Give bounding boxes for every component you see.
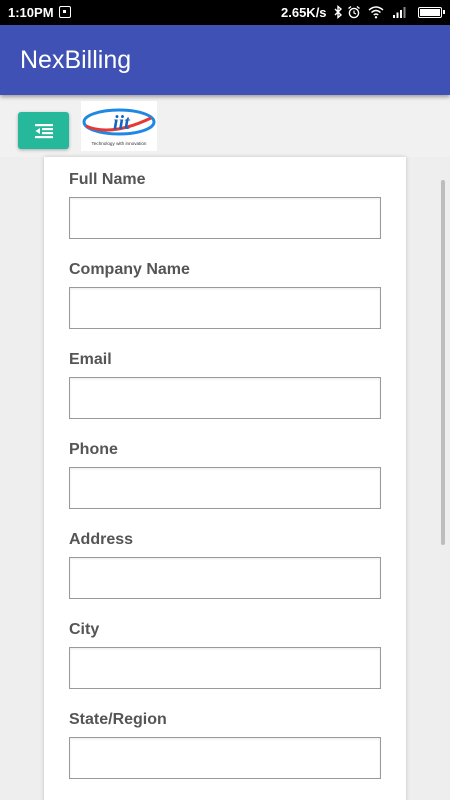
bluetooth-icon bbox=[334, 5, 343, 19]
registration-form: Full Name Company Name Email Phone Addre… bbox=[44, 157, 406, 800]
address-label: Address bbox=[69, 531, 134, 548]
status-bar: 1:10PM 2.65K/s bbox=[0, 0, 450, 25]
alarm-icon bbox=[348, 5, 360, 19]
app-title: NexBilling bbox=[20, 46, 132, 74]
battery-icon bbox=[418, 7, 445, 18]
full-name-input[interactable] bbox=[69, 197, 381, 239]
address-input[interactable] bbox=[69, 557, 381, 599]
email-label: Email bbox=[69, 351, 112, 368]
city-label: City bbox=[69, 621, 100, 638]
city-input[interactable] bbox=[69, 647, 381, 689]
company-logo: iit Technology with innovation bbox=[81, 101, 157, 151]
toolbar: iit Technology with innovation bbox=[0, 95, 450, 157]
scrollbar[interactable] bbox=[441, 180, 445, 545]
state-region-label: State/Region bbox=[69, 711, 167, 728]
wifi-icon bbox=[368, 6, 384, 19]
svg-text:Technology with innovation: Technology with innovation bbox=[92, 141, 147, 146]
network-speed: 2.65K/s bbox=[281, 5, 327, 20]
full-name-label: Full Name bbox=[69, 171, 146, 188]
status-time: 1:10PM bbox=[8, 5, 54, 20]
company-name-input[interactable] bbox=[69, 287, 381, 329]
signal-icon bbox=[393, 7, 406, 18]
email-input[interactable] bbox=[69, 377, 381, 419]
company-name-label: Company Name bbox=[69, 261, 190, 278]
svg-text:iit: iit bbox=[113, 112, 131, 134]
state-region-input[interactable] bbox=[69, 737, 381, 779]
menu-toggle-button[interactable] bbox=[18, 112, 69, 149]
phone-input[interactable] bbox=[69, 467, 381, 509]
menu-collapse-icon bbox=[34, 123, 53, 138]
app-bar: NexBilling bbox=[0, 25, 450, 95]
notification-icon bbox=[59, 6, 71, 18]
phone-label: Phone bbox=[69, 441, 118, 458]
